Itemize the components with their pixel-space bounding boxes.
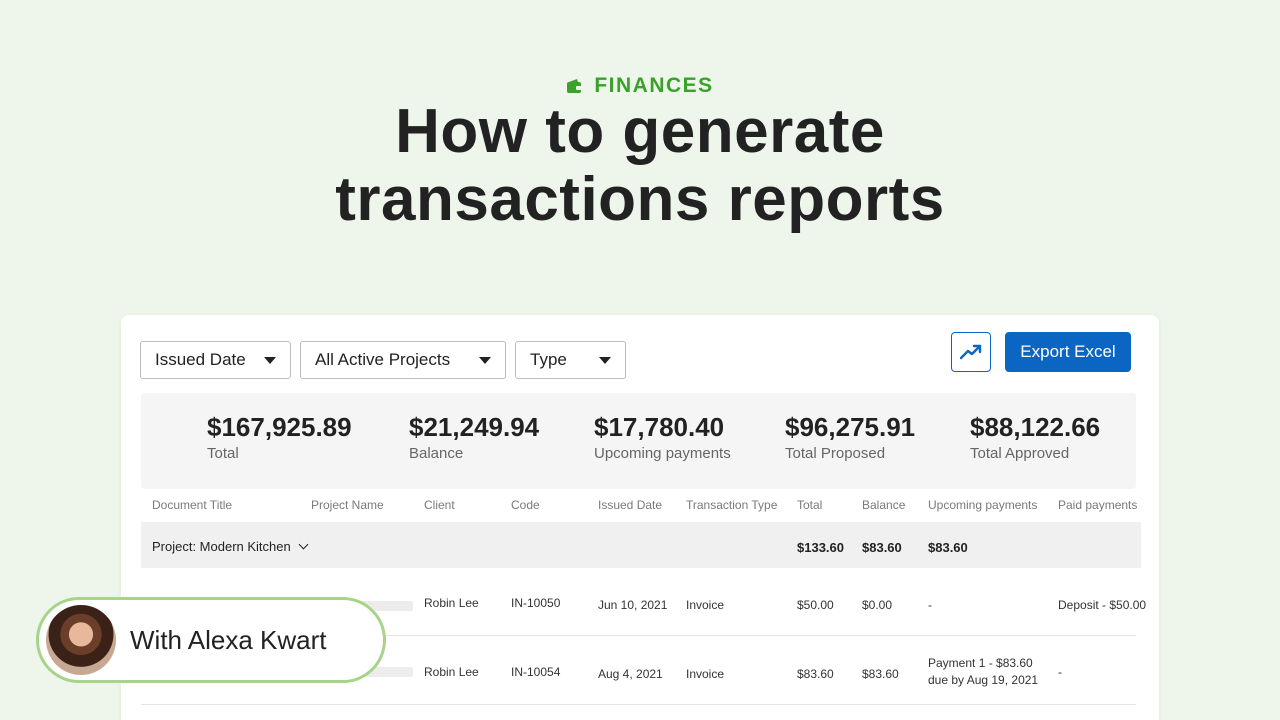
column-header[interactable]: Code — [511, 498, 540, 512]
cell-total: $83.60 — [797, 667, 834, 681]
cell-issued: Jun 10, 2021 — [598, 598, 668, 612]
stat-value: $167,925.89 — [207, 412, 352, 442]
presenter-badge: With Alexa Kwart — [36, 597, 386, 683]
column-header[interactable]: Client — [424, 498, 455, 512]
cell-type: Invoice — [686, 598, 725, 612]
stat-label: Total — [207, 445, 239, 462]
cell-issued: Aug 4, 2021 — [598, 667, 663, 681]
cell-balance: $0.00 — [862, 598, 893, 612]
cell-balance: $83.60 — [862, 667, 899, 681]
cell-paid: - — [1058, 665, 1062, 679]
cell-code[interactable]: IN-10054 — [511, 665, 560, 679]
chevron-down-icon — [298, 539, 309, 550]
category-label: FINANCES — [0, 74, 1280, 98]
stat-approved: $88,122.66 Total Approved — [970, 411, 1100, 462]
column-header[interactable]: Total — [797, 498, 822, 512]
stat-value: $96,275.91 — [785, 412, 916, 442]
trend-chart-icon — [960, 344, 982, 360]
cell-upcoming: Payment 1 - $83.60 — [928, 656, 1033, 670]
category-text: FINANCES — [594, 74, 714, 97]
page-title: How to generate transactions reports — [0, 98, 1280, 234]
group-toggle[interactable]: Project: Modern Kitchen — [152, 539, 309, 554]
cell-client: Robin Lee — [424, 665, 479, 679]
cell-client: Robin Lee — [424, 596, 479, 610]
stat-balance: $21,249.94 Balance — [409, 411, 539, 462]
column-header[interactable]: Issued Date — [598, 498, 662, 512]
dropdown-caret-icon — [264, 356, 276, 364]
cell-type: Invoice — [686, 667, 725, 681]
filter-label: All Active Projects — [315, 350, 451, 369]
chart-view-button[interactable] — [951, 332, 991, 372]
group-label: Project: Modern Kitchen — [152, 539, 291, 554]
project-group-row[interactable]: Project: Modern Kitchen $133.60 $83.60 $… — [141, 522, 1141, 568]
stat-total: $167,925.89 Total — [207, 411, 352, 462]
wallet-icon — [566, 78, 584, 94]
group-total: $133.60 — [797, 540, 844, 555]
cell-total: $50.00 — [797, 598, 834, 612]
column-header[interactable]: Paid payments — [1058, 498, 1137, 512]
stat-label: Balance — [409, 445, 464, 462]
column-header[interactable]: Balance — [862, 498, 905, 512]
stat-label: Total Approved — [970, 445, 1070, 462]
filter-label: Issued Date — [155, 350, 246, 369]
cell-upcoming: - — [928, 598, 932, 612]
column-header[interactable]: Document Title — [152, 498, 232, 512]
cell-paid: Deposit - $50.00 — [1058, 598, 1147, 612]
cell-code[interactable]: IN-10050 — [511, 596, 560, 610]
export-excel-button[interactable]: Export Excel — [1005, 332, 1131, 372]
type-filter[interactable]: Type — [515, 341, 626, 379]
title-line-2: transactions reports — [335, 165, 945, 234]
projects-filter[interactable]: All Active Projects — [300, 341, 506, 379]
avatar — [46, 605, 116, 675]
stat-label: Total Proposed — [785, 445, 886, 462]
title-line-1: How to generate — [395, 97, 885, 166]
stat-value: $88,122.66 — [970, 412, 1101, 442]
dropdown-caret-icon — [599, 356, 611, 364]
stat-value: $17,780.40 — [594, 412, 725, 442]
dropdown-caret-icon — [479, 356, 491, 364]
stat-proposed: $96,275.91 Total Proposed — [785, 411, 915, 462]
group-balance: $83.60 — [862, 540, 902, 555]
filter-label: Type — [530, 350, 567, 369]
stat-upcoming: $17,780.40 Upcoming payments — [594, 411, 731, 462]
column-header[interactable]: Transaction Type — [686, 498, 777, 512]
stat-label: Upcoming payments — [594, 445, 731, 462]
stat-value: $21,249.94 — [409, 412, 540, 442]
column-header[interactable]: Project Name — [311, 498, 384, 512]
group-upcoming: $83.60 — [928, 540, 968, 555]
column-header[interactable]: Upcoming payments — [928, 498, 1037, 512]
cell-upcoming-due: due by Aug 19, 2021 — [928, 673, 1039, 687]
presenter-name: With Alexa Kwart — [130, 624, 327, 655]
summary-panel: $167,925.89 Total $21,249.94 Balance $17… — [141, 393, 1136, 489]
issued-date-filter[interactable]: Issued Date — [140, 341, 291, 379]
